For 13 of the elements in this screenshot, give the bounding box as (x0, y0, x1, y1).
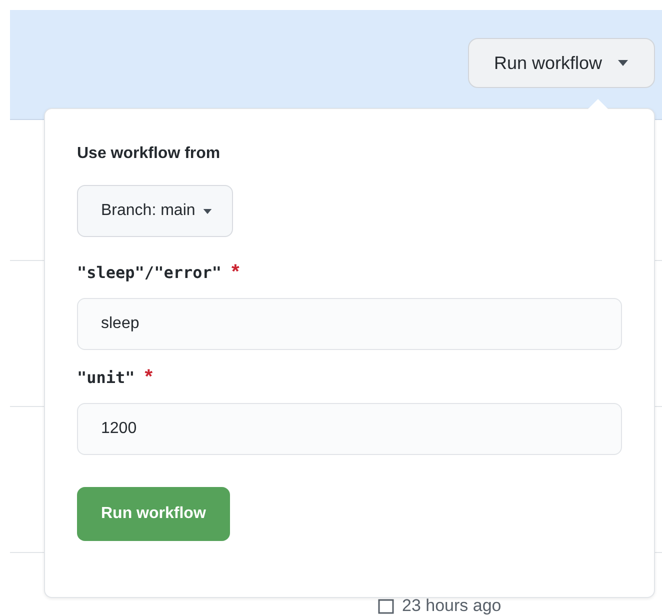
branch-dropdown[interactable]: Branch: main (77, 185, 234, 237)
caret-icon (618, 60, 628, 66)
required-mark: * (232, 261, 240, 284)
time-text: 23 hours ago (402, 597, 502, 615)
popup-heading: Use workflow from (77, 145, 220, 163)
caret-icon (203, 208, 212, 214)
field-label: "sleep"/"error" (77, 263, 222, 282)
input-field[interactable]: sleep (77, 298, 622, 350)
required-mark: * (144, 366, 153, 389)
input-field[interactable]: 1200 (77, 403, 622, 455)
field-label: "unit" (77, 368, 135, 387)
calendar-icon (378, 598, 394, 614)
run-workflow-button[interactable]: Run workflow (468, 38, 655, 88)
